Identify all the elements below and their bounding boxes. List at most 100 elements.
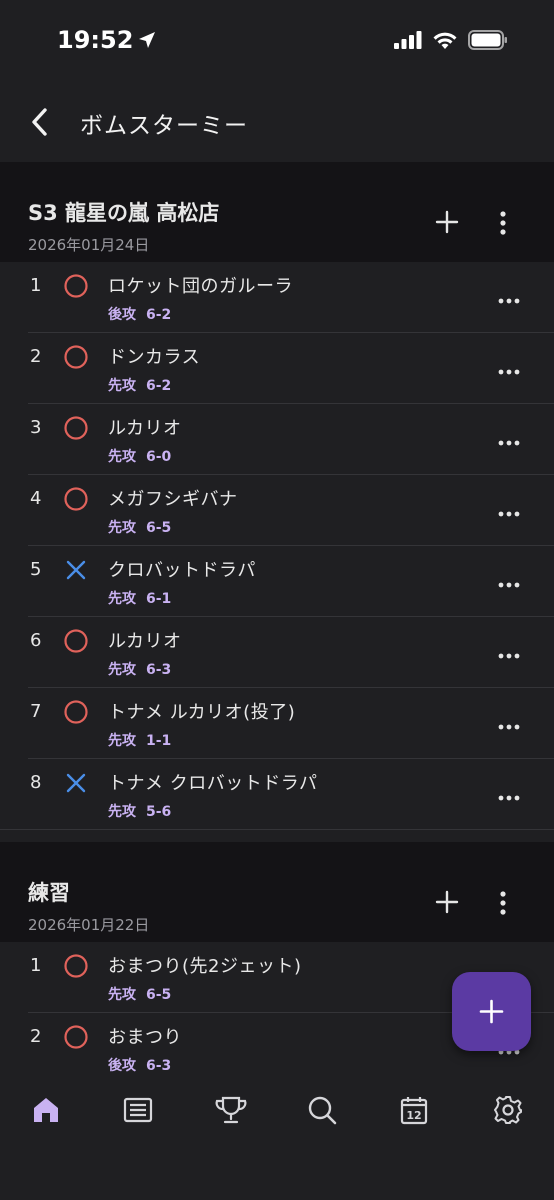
match-score: 6-5: [146, 987, 172, 1003]
match-detail: 先攻 6-2: [108, 375, 171, 395]
tab-home[interactable]: [30, 1094, 62, 1126]
kebab-menu-icon: [500, 211, 506, 235]
match-detail: 後攻 6-3: [108, 1055, 171, 1075]
more-options-button[interactable]: [497, 716, 521, 730]
win-circle-icon: [63, 273, 89, 299]
more-options-button[interactable]: [497, 574, 521, 588]
turn-order: 先攻: [108, 662, 136, 678]
more-horizontal-icon: [498, 511, 520, 517]
match-number: 7: [30, 701, 42, 722]
match-detail: 先攻 6-5: [108, 984, 171, 1004]
turn-order: 後攻: [108, 307, 136, 323]
location-arrow-icon: [139, 32, 156, 48]
match-score: 6-2: [146, 307, 172, 323]
circle-mark-icon: [64, 954, 88, 978]
circle-mark-icon: [64, 345, 88, 369]
add-fab-button[interactable]: [452, 972, 531, 1051]
opponent-name: おまつり(先2ジェット): [108, 956, 302, 977]
more-horizontal-icon: [498, 653, 520, 659]
match-row[interactable]: 3 ルカリオ 先攻 6-0: [0, 404, 554, 475]
match-row[interactable]: 4 メガフシギバナ 先攻 6-5: [0, 475, 554, 546]
more-options-button[interactable]: [497, 645, 521, 659]
home-icon: [34, 1098, 58, 1122]
match-number: 2: [30, 346, 42, 367]
turn-order: 先攻: [108, 591, 136, 607]
more-options-button[interactable]: [497, 787, 521, 801]
match-number: 1: [30, 275, 42, 296]
tab-search[interactable]: [306, 1094, 338, 1126]
match-row[interactable]: 2 ドンカラス先攻 6-2: [0, 333, 554, 404]
opponent-name: ルカリオ: [108, 631, 182, 652]
tab-calendar[interactable]: 12: [398, 1094, 430, 1126]
add-match-button[interactable]: [435, 210, 459, 234]
group-title: 練習: [28, 881, 70, 905]
cross-mark-icon: [66, 773, 86, 793]
more-options-button[interactable]: [497, 432, 521, 446]
match-row[interactable]: 8 トナメ クロバットドラパ先攻 5-6: [0, 759, 554, 830]
opponent-name: トナメ クロバットドラパ: [108, 773, 318, 794]
win-circle-icon: [63, 628, 89, 654]
tab-trophy[interactable]: [214, 1094, 247, 1126]
win-circle-icon: [63, 344, 89, 370]
tab-list[interactable]: [122, 1094, 154, 1126]
match-row[interactable]: 5 クロバットドラパ 先攻 6-1: [0, 546, 554, 617]
match-row[interactable]: 6 ルカリオ 先攻 6-3: [0, 617, 554, 688]
section-gap: [0, 830, 554, 842]
status-bar: 19:52: [0, 0, 554, 82]
more-horizontal-icon: [498, 795, 520, 801]
tab-settings[interactable]: [492, 1094, 524, 1126]
group-date: 2026年01月22日: [28, 916, 150, 934]
match-score: 1-1: [146, 733, 172, 749]
match-number: 2: [30, 1026, 42, 1047]
opponent-name: おまつり: [108, 1027, 182, 1048]
match-number: 1: [30, 955, 42, 976]
turn-order: 先攻: [108, 987, 136, 1003]
win-circle-icon: [63, 699, 89, 725]
group-menu-button[interactable]: [497, 890, 509, 916]
more-options-button[interactable]: [497, 361, 521, 375]
more-horizontal-icon: [498, 369, 520, 375]
circle-mark-icon: [64, 274, 88, 298]
match-row[interactable]: 1 ロケット団のガルーラ 後攻 6-2: [0, 262, 554, 333]
more-options-button[interactable]: [497, 290, 521, 304]
opponent-name: ルカリオ: [108, 418, 182, 439]
more-horizontal-icon: [498, 440, 520, 446]
group-header: 練習 2026年01月22日: [0, 842, 554, 942]
calendar-icon: 12: [400, 1097, 428, 1125]
more-horizontal-icon: [498, 582, 520, 588]
cellular-signal-icon: [394, 31, 422, 49]
nav-bar: ボムスターミー: [0, 82, 554, 162]
opponent-name: トナメ ルカリオ(投了): [108, 702, 296, 723]
status-time: 19:52: [57, 26, 157, 54]
match-row[interactable]: 7 トナメ ルカリオ(投了) 先攻 1-1: [0, 688, 554, 759]
match-detail: 後攻 6-2: [108, 304, 171, 324]
win-circle-icon: [63, 486, 89, 512]
win-circle-icon: [63, 1024, 89, 1050]
match-score: 5-6: [146, 804, 172, 820]
match-score: 6-1: [146, 591, 172, 607]
match-number: 6: [30, 630, 42, 651]
group-title: S3 龍星の嵐 高松店: [28, 201, 220, 225]
match-detail: 先攻 5-6: [108, 801, 171, 821]
opponent-name: ドンカラス: [108, 347, 201, 368]
turn-order: 先攻: [108, 804, 136, 820]
plus-icon: [435, 210, 459, 234]
back-button[interactable]: [26, 104, 56, 140]
cross-mark-icon: [66, 560, 86, 580]
turn-order: 先攻: [108, 520, 136, 536]
turn-order: 先攻: [108, 733, 136, 749]
group-menu-button[interactable]: [497, 210, 509, 236]
match-number: 8: [30, 772, 42, 793]
match-number: 4: [30, 488, 42, 509]
list-icon: [123, 1097, 153, 1123]
circle-mark-icon: [64, 700, 88, 724]
trophy-icon: [215, 1096, 247, 1124]
match-number: 5: [30, 559, 42, 580]
circle-mark-icon: [64, 416, 88, 440]
add-match-button[interactable]: [435, 890, 459, 914]
page-title: ボムスターミー: [80, 113, 248, 139]
match-score: 6-5: [146, 520, 172, 536]
more-horizontal-icon: [498, 724, 520, 730]
more-options-button[interactable]: [497, 503, 521, 517]
more-horizontal-icon: [498, 298, 520, 304]
